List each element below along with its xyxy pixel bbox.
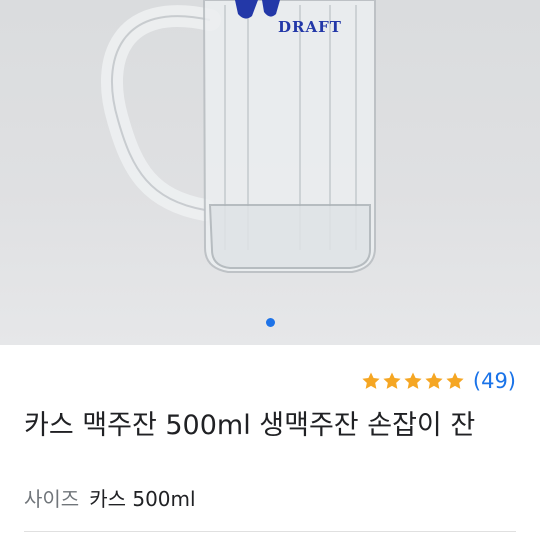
star-icon <box>404 372 422 389</box>
star-icon <box>446 372 464 389</box>
star-icon <box>425 372 443 389</box>
divider <box>24 531 516 532</box>
option-value: 카스 500ml <box>89 487 196 511</box>
review-count[interactable]: (49) <box>473 369 516 393</box>
product-option: 사이즈 카스 500ml <box>24 483 196 512</box>
carousel-dot-active[interactable] <box>265 318 275 327</box>
carousel-indicator <box>0 318 540 330</box>
option-label: 사이즈 <box>24 487 80 511</box>
product-image-gallery[interactable]: DRAFT <box>0 0 540 345</box>
star-icon <box>383 372 401 389</box>
product-title: 카스 맥주잔 500ml 생맥주잔 손잡이 잔 <box>24 410 476 441</box>
product-info-panel: (49) 카스 맥주잔 500ml 생맥주잔 손잡이 잔 사이즈 카스 500ml <box>0 345 540 540</box>
image-label: DRAFT <box>278 18 342 36</box>
rating-summary[interactable]: (49) <box>361 369 516 393</box>
product-photo <box>101 0 376 273</box>
star-rating <box>361 371 465 391</box>
star-icon <box>362 372 380 389</box>
